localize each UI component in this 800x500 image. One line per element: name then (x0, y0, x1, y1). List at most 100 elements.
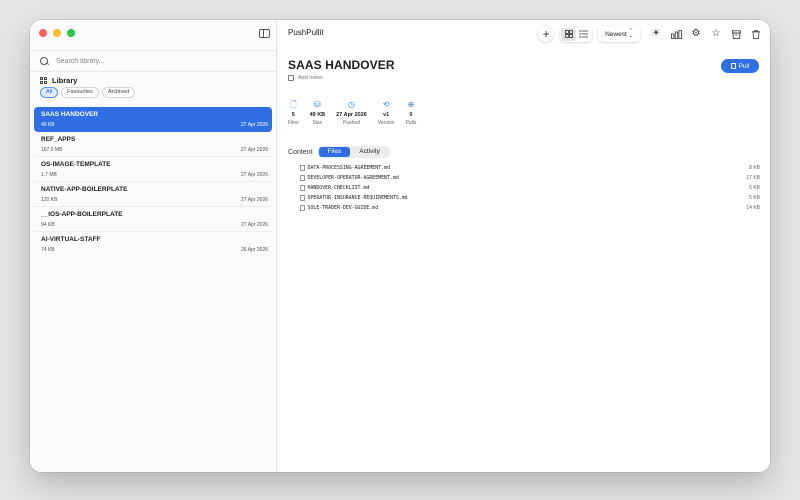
chevron-updown-icon: ⌃ ⌄ (628, 28, 633, 39)
file-list: DATA-PROCESSING-AGREEMENT.md 8 KB DEVELO… (300, 163, 760, 213)
content-tabs-row: Content Files Activity (288, 146, 390, 158)
file-row[interactable]: DATA-PROCESSING-AGREEMENT.md 8 KB (300, 163, 760, 173)
archive-button[interactable] (728, 26, 744, 42)
library-item[interactable]: SAAS HANDOVER 49 KB 27 Apr 2026 (34, 107, 272, 132)
library-item-name: OS-IMAGE-TEMPLATE (41, 161, 111, 168)
sidebar: Library All Favourites Archived SAAS HAN… (30, 20, 277, 472)
library-item-size: 94 KB (41, 222, 55, 228)
add-notes-label: Add notes (298, 75, 323, 81)
file-row[interactable]: OPERATOR-INSURANCE-REQUIREMENTS.md 5 KB (300, 193, 760, 203)
drive-icon: ⛁ (314, 100, 321, 109)
settings-button[interactable]: ⚙ (688, 26, 704, 42)
grid-view-button[interactable] (561, 27, 577, 41)
add-button[interactable]: + (538, 26, 555, 42)
zoom-window-button[interactable] (67, 29, 75, 37)
page-title: SAAS HANDOVER (288, 58, 395, 72)
window-controls (39, 29, 75, 37)
stat-value: 49 KB (309, 112, 326, 118)
stat-label: Version (377, 120, 395, 126)
stat-size: ⛁ 49 KB Size (310, 100, 326, 126)
clock-icon: ◷ (348, 100, 355, 109)
file-name: HANDOVER-CHECKLIST.md (307, 185, 370, 191)
minimize-window-button[interactable] (53, 29, 61, 37)
library-header: Library (40, 76, 77, 85)
file-row[interactable]: HANDOVER-CHECKLIST.md 6 KB (300, 183, 760, 193)
chart-icon (670, 29, 682, 39)
stats-row: 🗋 5 Files ⛁ 49 KB Size ◷ 27 Apr 2026 Pus… (288, 100, 427, 126)
stats-button[interactable] (668, 26, 684, 42)
cycle-icon: ⟲ (382, 100, 390, 109)
library-item-name: AI-VIRTUAL-STAFF (41, 236, 101, 243)
file-icon (300, 165, 305, 171)
file-icon: 🗋 (290, 100, 297, 109)
library-item-date: 27 Apr 2026 (241, 197, 268, 203)
tab-files[interactable]: Files (318, 147, 351, 157)
library-item-name: NATIVE-APP-BOILERPLATE (41, 186, 128, 193)
file-size: 6 KB (749, 185, 760, 191)
search-input[interactable] (56, 57, 256, 65)
file-name: SOLE-TRADER-DEV-GUIDE.md (307, 205, 379, 211)
stat-value: v1 (383, 112, 390, 118)
library-item[interactable]: __IOS-APP-BOILERPLATE 94 KB 27 Apr 2026 (34, 207, 272, 232)
stat-label: Pushed (343, 120, 360, 126)
library-item-name: SAAS HANDOVER (41, 111, 99, 118)
download-icon: ⊕ (407, 100, 415, 109)
file-name: OPERATOR-INSURANCE-REQUIREMENTS.md (307, 195, 408, 201)
search-icon (40, 56, 49, 66)
file-name: DEVELOPER-OPERATOR-AGREEMENT.md (307, 175, 399, 181)
stat-label: Pulls (405, 120, 417, 126)
library-item-date: 27 Apr 2026 (241, 222, 268, 228)
stat-label: Size (312, 120, 323, 126)
library-item-date: 27 Apr 2026 (241, 172, 268, 178)
stat-value: 5 (291, 112, 295, 118)
file-size: 8 KB (749, 165, 760, 171)
stat-pulls: ⊕ 0 Pulls (406, 100, 417, 126)
library-item-date: 27 Apr 2026 (241, 122, 268, 128)
content-tabs: Files Activity (317, 146, 390, 158)
file-size: 17 KB (746, 175, 760, 181)
file-size: 14 KB (746, 205, 760, 211)
library-item[interactable]: AI-VIRTUAL-STAFF 74 KB 26 Apr 2026 (34, 232, 272, 257)
archive-icon (731, 29, 741, 39)
close-window-button[interactable] (39, 29, 47, 37)
document-icon (730, 63, 736, 69)
view-mode-toggle (560, 26, 593, 42)
toolbar: + Newest ⌃ ⌄ ☀ ⚙ ☆ (534, 26, 764, 42)
stat-version: ⟲ v1 Version (378, 100, 395, 126)
sidebar-toggle-icon[interactable] (259, 29, 270, 38)
search-bar (30, 50, 277, 72)
content-label: Content (288, 148, 313, 156)
sort-select[interactable]: Newest ⌃ ⌄ (598, 26, 640, 42)
filter-archived[interactable]: Archived (101, 87, 136, 98)
library-filters: All Favourites Archived (40, 87, 136, 98)
pencil-icon[interactable]: ✎ (387, 62, 393, 70)
stat-value: 0 (409, 112, 413, 118)
delete-button[interactable] (748, 26, 764, 42)
favourite-button[interactable]: ☆ (708, 26, 724, 42)
filter-favourites[interactable]: Favourites (61, 87, 99, 98)
file-row[interactable]: SOLE-TRADER-DEV-GUIDE.md 14 KB (300, 203, 760, 213)
library-item[interactable]: REF_APPS 167.0 MB 27 Apr 2026 (34, 132, 272, 157)
grid-view-icon (564, 30, 573, 38)
library-item[interactable]: NATIVE-APP-BOILERPLATE 120 KB 27 Apr 202… (34, 182, 272, 207)
trash-icon (752, 29, 760, 39)
star-icon: ☆ (711, 28, 721, 39)
library-grid-icon (40, 77, 47, 84)
notes-icon (288, 75, 294, 81)
theme-button[interactable]: ☀ (648, 26, 664, 42)
file-icon (300, 185, 305, 191)
stat-label: Files (288, 120, 299, 126)
add-notes-link[interactable]: Add notes (288, 75, 323, 81)
pull-button[interactable]: Pull (721, 59, 759, 73)
library-item-date: 26 Apr 2026 (241, 247, 268, 253)
main-panel: PushPullit + Newest ⌃ ⌄ ☀ ⚙ ☆ SAAS HANDO… (277, 20, 770, 472)
library-item-date: 27 Apr 2026 (241, 147, 268, 153)
stat-pushed: ◷ 27 Apr 2026 Pushed (336, 100, 367, 126)
file-row[interactable]: DEVELOPER-OPERATOR-AGREEMENT.md 17 KB (300, 173, 760, 183)
library-item[interactable]: OS-IMAGE-TEMPLATE 1.7 MB 27 Apr 2026 (34, 157, 272, 182)
filter-all[interactable]: All (40, 87, 59, 98)
list-view-button[interactable] (576, 28, 591, 41)
tab-activity[interactable]: Activity (350, 147, 389, 157)
app-window: Library All Favourites Archived SAAS HAN… (30, 20, 770, 472)
file-icon (300, 205, 305, 211)
